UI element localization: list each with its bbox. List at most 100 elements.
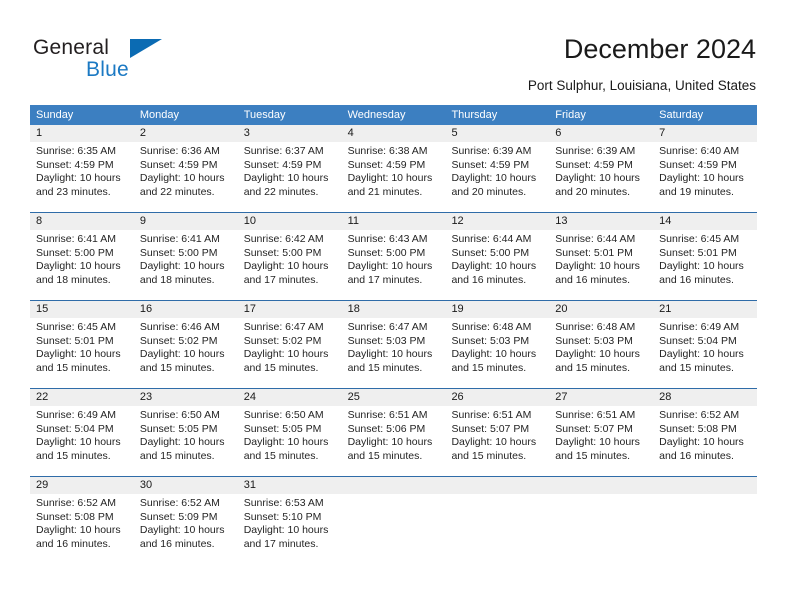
- day-daylight-text: and 15 minutes.: [659, 361, 734, 374]
- day-cell-12[interactable]: Sunrise: 6:44 AM Sunset: 5:00 PM Daylight:…: [445, 230, 549, 300]
- day-number-11[interactable]: 11: [342, 213, 446, 230]
- day-cell-22[interactable]: Sunrise: 6:49 AM Sunset: 5:04 PM Daylight:…: [30, 406, 134, 476]
- day-cell-10[interactable]: Sunrise: 6:42 AM Sunset: 5:00 PM Daylight:…: [238, 230, 342, 300]
- day-cell-23[interactable]: Sunrise: 6:50 AM Sunset: 5:05 PM Daylight:…: [134, 406, 238, 476]
- day-sunrise-text: Sunrise: 6:42 AM: [243, 233, 324, 245]
- day-cell-3[interactable]: Sunrise: 6:37 AM Sunset: 4:59 PM Daylight:…: [238, 142, 342, 212]
- page-header: General Blue December 2024 Port Sulphur,…: [0, 0, 792, 98]
- day-number-20[interactable]: 20: [549, 301, 653, 318]
- day-sunset-text: Sunset: 5:00 PM: [347, 246, 426, 259]
- day-number-18[interactable]: 18: [342, 301, 446, 318]
- day-number-8[interactable]: 8: [30, 213, 134, 230]
- day-daylight-text: and 21 minutes.: [347, 185, 423, 198]
- day-sunset-text: Sunset: 4:59 PM: [139, 158, 218, 171]
- day-number-6[interactable]: 6: [549, 125, 653, 142]
- day-cell-29[interactable]: Sunrise: 6:52 AM Sunset: 5:08 PM Daylight:…: [30, 494, 134, 564]
- day-number-30[interactable]: 30: [134, 477, 238, 494]
- day-daylight-text: and 18 minutes.: [36, 273, 111, 286]
- day-number-17[interactable]: 17: [238, 301, 342, 318]
- logo-text-general: General: [33, 36, 110, 59]
- day-number-16[interactable]: 16: [134, 301, 238, 318]
- day-daylight-text: Daylight: 10 hours: [347, 172, 433, 185]
- day-daylight-text: and 19 minutes.: [659, 185, 734, 198]
- day-cell-18[interactable]: Sunrise: 6:47 AM Sunset: 5:03 PM Daylight:…: [342, 318, 446, 388]
- day-sunset-text: Sunset: 5:00 PM: [243, 246, 322, 259]
- day-number-7[interactable]: 7: [653, 125, 757, 142]
- day-daylight-text: Daylight: 10 hours: [243, 172, 329, 185]
- day-cell-1[interactable]: Sunrise: 6:35 AM Sunset: 4:59 PM Daylight:…: [30, 142, 134, 212]
- day-number-23[interactable]: 23: [134, 389, 238, 406]
- day-daylight-text: Daylight: 10 hours: [451, 436, 537, 449]
- day-cell-6[interactable]: Sunrise: 6:39 AM Sunset: 4:59 PM Daylight:…: [549, 142, 653, 212]
- day-number-2[interactable]: 2: [134, 125, 238, 142]
- day-cell-19[interactable]: Sunrise: 6:48 AM Sunset: 5:03 PM Daylight:…: [445, 318, 549, 388]
- day-cell-5[interactable]: Sunrise: 6:39 AM Sunset: 4:59 PM Daylight:…: [445, 142, 549, 212]
- day-cell-13[interactable]: Sunrise: 6:44 AM Sunset: 5:01 PM Daylight:…: [549, 230, 653, 300]
- day-cell-26[interactable]: Sunrise: 6:51 AM Sunset: 5:07 PM Daylight:…: [445, 406, 549, 476]
- day-number-4[interactable]: 4: [342, 125, 446, 142]
- day-cell-21[interactable]: Sunrise: 6:49 AM Sunset: 5:04 PM Daylight:…: [653, 318, 757, 388]
- day-sunset-text: Sunset: 5:08 PM: [659, 422, 737, 435]
- day-cell-15[interactable]: Sunrise: 6:45 AM Sunset: 5:01 PM Daylight:…: [30, 318, 134, 388]
- day-cell-31[interactable]: Sunrise: 6:53 AM Sunset: 5:10 PM Daylight:…: [238, 494, 342, 564]
- day-number-22[interactable]: 22: [30, 389, 134, 406]
- day-number-26[interactable]: 26: [445, 389, 549, 406]
- weekday-header-sunday: Sunday: [36, 109, 74, 121]
- day-daylight-text: and 15 minutes.: [451, 449, 527, 462]
- day-cell-30[interactable]: Sunrise: 6:52 AM Sunset: 5:09 PM Daylight:…: [134, 494, 238, 564]
- day-number-13[interactable]: 13: [549, 213, 653, 230]
- day-sunset-text: Sunset: 5:00 PM: [36, 246, 114, 259]
- day-number-14[interactable]: 14: [653, 213, 757, 230]
- day-number-29[interactable]: 29: [30, 477, 134, 494]
- page-title: December 2024: [563, 34, 756, 64]
- day-number-31[interactable]: 31: [238, 477, 342, 494]
- logo-text-blue: Blue: [86, 58, 129, 81]
- day-number-3[interactable]: 3: [238, 125, 342, 142]
- day-sunrise-text: Sunrise: 6:52 AM: [36, 497, 116, 509]
- day-sunset-text: Sunset: 5:07 PM: [555, 422, 633, 435]
- day-number-21[interactable]: 21: [653, 301, 757, 318]
- day-cell-20[interactable]: Sunrise: 6:48 AM Sunset: 5:03 PM Daylight:…: [549, 318, 653, 388]
- day-cell-25[interactable]: Sunrise: 6:51 AM Sunset: 5:06 PM Daylight:…: [342, 406, 446, 476]
- day-cell-11[interactable]: Sunrise: 6:43 AM Sunset: 5:00 PM Daylight:…: [342, 230, 446, 300]
- day-number-25[interactable]: 25: [342, 389, 446, 406]
- weekday-header-saturday: Saturday: [659, 109, 704, 121]
- day-cell-28[interactable]: Sunrise: 6:52 AM Sunset: 5:08 PM Daylight:…: [653, 406, 757, 476]
- day-number-9[interactable]: 9: [134, 213, 238, 230]
- day-daylight-text: and 15 minutes.: [36, 361, 111, 374]
- day-number-24[interactable]: 24: [238, 389, 342, 406]
- day-daylight-text: Daylight: 10 hours: [347, 348, 433, 361]
- day-cell-16[interactable]: Sunrise: 6:46 AM Sunset: 5:02 PM Daylight:…: [134, 318, 238, 388]
- day-number-15[interactable]: 15: [30, 301, 134, 318]
- day-cell-17[interactable]: Sunrise: 6:47 AM Sunset: 5:02 PM Daylight:…: [238, 318, 342, 388]
- day-number-5[interactable]: 5: [445, 125, 549, 142]
- day-cell-2[interactable]: Sunrise: 6:36 AM Sunset: 4:59 PM Daylight:…: [134, 142, 238, 212]
- day-daylight-text: Daylight: 10 hours: [243, 348, 329, 361]
- day-daylight-text: Daylight: 10 hours: [555, 436, 640, 449]
- day-daylight-text: Daylight: 10 hours: [555, 348, 640, 361]
- day-sunset-text: Sunset: 5:03 PM: [347, 334, 426, 347]
- day-daylight-text: and 16 minutes.: [36, 537, 111, 550]
- day-daylight-text: Daylight: 10 hours: [139, 260, 225, 273]
- day-daylight-text: Daylight: 10 hours: [243, 260, 329, 273]
- day-number-19[interactable]: 19: [445, 301, 549, 318]
- day-number-12[interactable]: 12: [445, 213, 549, 230]
- day-daylight-text: and 22 minutes.: [139, 185, 215, 198]
- day-number-1[interactable]: 1: [30, 125, 134, 142]
- day-number-28[interactable]: 28: [653, 389, 757, 406]
- day-sunrise-text: Sunrise: 6:39 AM: [451, 145, 532, 157]
- day-sunset-text: Sunset: 5:01 PM: [555, 246, 633, 259]
- day-number-27[interactable]: 27: [549, 389, 653, 406]
- day-cell-4[interactable]: Sunrise: 6:38 AM Sunset: 4:59 PM Daylight:…: [342, 142, 446, 212]
- day-number-10[interactable]: 10: [238, 213, 342, 230]
- day-sunrise-text: Sunrise: 6:38 AM: [347, 145, 428, 157]
- day-cell-7[interactable]: Sunrise: 6:40 AM Sunset: 4:59 PM Daylight:…: [653, 142, 757, 212]
- day-sunset-text: Sunset: 5:04 PM: [36, 422, 114, 435]
- day-cell-14[interactable]: Sunrise: 6:45 AM Sunset: 5:01 PM Daylight:…: [653, 230, 757, 300]
- day-cell-24[interactable]: Sunrise: 6:50 AM Sunset: 5:05 PM Daylight:…: [238, 406, 342, 476]
- day-cell-27[interactable]: Sunrise: 6:51 AM Sunset: 5:07 PM Daylight:…: [549, 406, 653, 476]
- day-cell-8[interactable]: Sunrise: 6:41 AM Sunset: 5:00 PM Daylight:…: [30, 230, 134, 300]
- day-daylight-text: and 15 minutes.: [243, 449, 319, 462]
- day-cell-9[interactable]: Sunrise: 6:41 AM Sunset: 5:00 PM Daylight:…: [134, 230, 238, 300]
- day-sunrise-text: Sunrise: 6:51 AM: [451, 409, 532, 421]
